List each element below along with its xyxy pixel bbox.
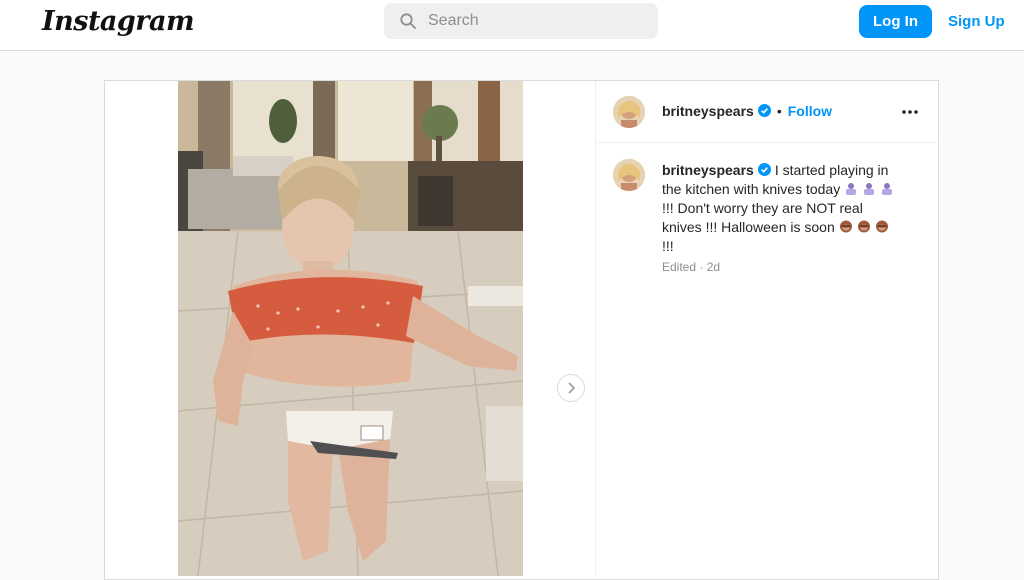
avatar-image (613, 159, 645, 191)
header-user-line: britneyspears • Follow (662, 103, 832, 119)
post-caption: britneyspears I started playing in the ki… (662, 161, 902, 256)
author-avatar[interactable] (613, 96, 645, 128)
meta-separator: · (699, 260, 704, 274)
caption-username[interactable]: britneyspears (662, 162, 754, 178)
caption-text-3: !!! (662, 238, 674, 254)
post-media (105, 81, 595, 576)
verified-badge-icon (757, 104, 771, 117)
caption-avatar[interactable] (613, 159, 645, 191)
author-username[interactable]: britneyspears (662, 103, 754, 119)
search-box[interactable] (384, 3, 658, 39)
photo-illustration (178, 81, 523, 576)
post-header: britneyspears • Follow (596, 81, 939, 143)
post-meta: Edited · 2d (662, 260, 720, 274)
person-emoji (882, 183, 893, 195)
more-options-icon[interactable] (901, 109, 919, 115)
post-photo[interactable] (178, 81, 523, 576)
avatar-image (613, 96, 645, 128)
caption-text-2: !!! Don't worry they are NOT real knives… (662, 200, 863, 235)
person-emoji (864, 183, 875, 195)
search-input[interactable] (428, 3, 648, 39)
see-no-evil-monkey-emoji (839, 220, 852, 233)
signup-link[interactable]: Sign Up (948, 13, 1005, 30)
person-emoji (846, 183, 857, 195)
verified-badge-icon (757, 163, 771, 176)
login-button[interactable]: Log In (859, 5, 932, 38)
next-media-button[interactable] (557, 374, 585, 402)
post-age[interactable]: 2d (707, 260, 720, 274)
post-sidebar: britneyspears • Follow britneyspears I star… (595, 81, 939, 576)
top-nav: Instagram Log In Sign Up (0, 0, 1024, 51)
follow-button[interactable]: Follow (788, 103, 832, 119)
see-no-evil-monkey-emoji (875, 220, 888, 233)
post-card: britneyspears • Follow britneyspears I star… (104, 80, 939, 580)
see-no-evil-monkey-emoji (857, 220, 870, 233)
chevron-right-icon (568, 382, 576, 394)
instagram-logo[interactable]: Instagram (42, 6, 195, 37)
separator-dot: • (776, 103, 782, 119)
search-icon (400, 13, 416, 29)
edited-label: Edited (662, 260, 697, 274)
